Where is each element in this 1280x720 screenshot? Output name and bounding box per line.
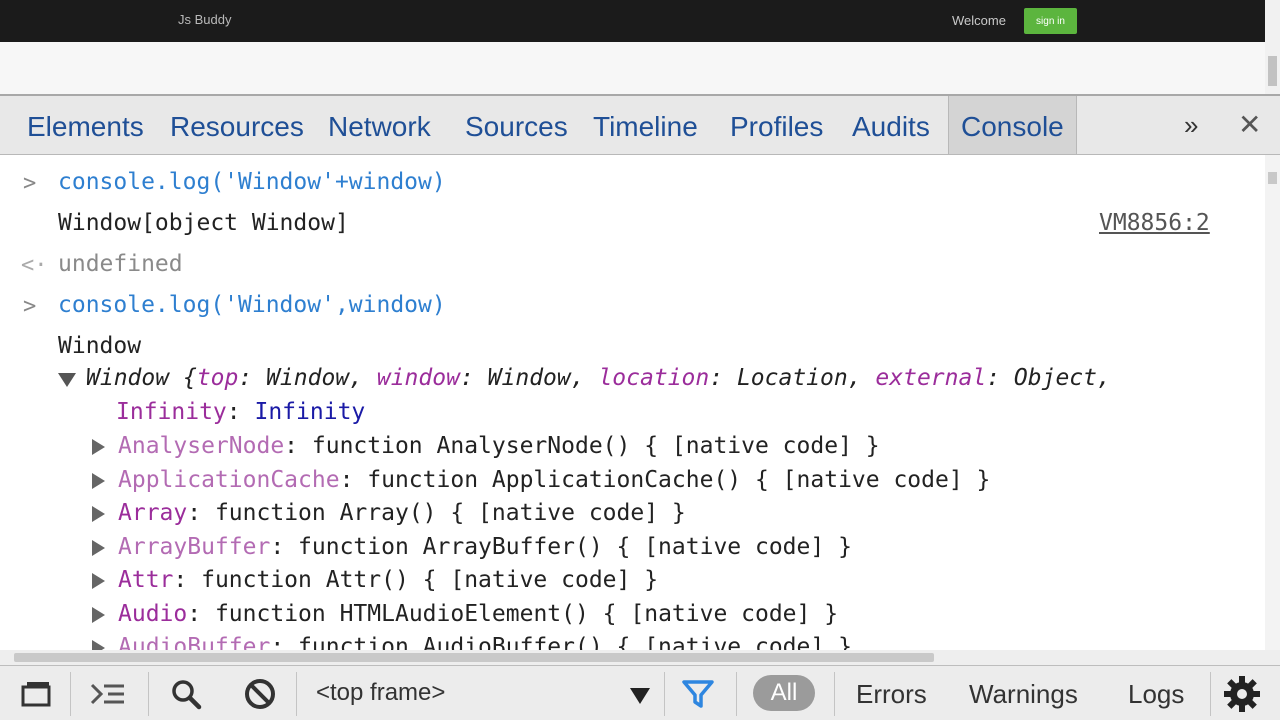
source-link[interactable]: VM8856:2 [1099, 210, 1210, 236]
page-scrollbar-thumb[interactable] [1268, 56, 1277, 86]
console-scrollbar-thumb[interactable] [1268, 172, 1277, 184]
tab-audits[interactable]: Audits [852, 96, 930, 154]
object-property[interactable]: Array: function Array() { [native code] … [118, 500, 686, 526]
show-drawer-icon[interactable] [86, 674, 130, 714]
frame-selector[interactable]: <top frame> [316, 679, 445, 707]
object-property[interactable]: ArrayBuffer: function ArrayBuffer() { [n… [118, 534, 852, 560]
prompt-chevron-icon: > [23, 171, 37, 196]
clear-console-icon-svg [245, 679, 275, 709]
dock-icon-svg [21, 682, 51, 707]
object-property: Infinity: Infinity [116, 399, 366, 425]
return-arrow-icon: <· [21, 253, 48, 278]
tab-elements[interactable]: Elements [27, 96, 144, 154]
object-summary[interactable]: Window {top: Window, window: Window, loc… [86, 365, 1111, 391]
filter-errors[interactable]: Errors [856, 679, 927, 710]
tab-profiles[interactable]: Profiles [730, 96, 823, 154]
search-icon-svg [172, 680, 202, 710]
page-content-strip [0, 42, 1265, 94]
console-command: console.log('Window',window) [58, 292, 446, 318]
expand-triangle-icon[interactable] [92, 540, 105, 556]
filter-icon-svg [682, 680, 714, 708]
console-output: Window [58, 333, 142, 359]
toolbar-divider [664, 672, 665, 716]
expand-triangle-icon[interactable] [92, 473, 105, 489]
sign-in-button[interactable]: sign in [1024, 8, 1077, 34]
dock-icon[interactable] [16, 674, 56, 714]
toolbar-divider [148, 672, 149, 716]
toolbar-divider [736, 672, 737, 716]
clear-console-icon[interactable] [240, 674, 280, 714]
console-command: console.log('Window'+window) [58, 169, 446, 195]
toolbar-divider [1210, 672, 1211, 716]
show-drawer-icon-svg [90, 683, 124, 705]
expand-triangle-icon[interactable] [92, 607, 105, 623]
tab-resources[interactable]: Resources [170, 96, 304, 154]
expand-triangle-icon[interactable] [92, 573, 105, 589]
horizontal-scrollbar-thumb[interactable] [14, 653, 934, 662]
gear-icon[interactable] [1222, 674, 1262, 714]
toolbar-divider [296, 672, 297, 716]
object-property[interactable]: AudioBuffer: function AudioBuffer() { [n… [118, 634, 852, 650]
collapse-triangle-icon[interactable] [58, 373, 76, 387]
site-header: Js Buddy Welcome sign in [0, 0, 1265, 42]
toolbar-divider [70, 672, 71, 716]
close-icon[interactable]: ✕ [1238, 108, 1261, 141]
more-tabs-icon[interactable]: » [1184, 110, 1198, 141]
filter-icon[interactable] [678, 674, 718, 714]
filter-warnings[interactable]: Warnings [969, 679, 1078, 710]
tab-sources[interactable]: Sources [465, 96, 568, 154]
console-scrollbar[interactable] [1265, 155, 1280, 650]
console-panel[interactable]: > console.log('Window'+window) Window[ob… [0, 155, 1265, 650]
search-icon[interactable] [166, 674, 206, 714]
console-output: Window[object Window] [58, 210, 349, 236]
devtools-tab-bar: Elements Resources Network Sources Timel… [0, 94, 1280, 155]
expand-triangle-icon[interactable] [92, 640, 105, 650]
welcome-text: Welcome [952, 13, 1006, 28]
filter-all-button[interactable]: All [753, 675, 815, 711]
site-brand[interactable]: Js Buddy [178, 12, 231, 27]
console-return-value: undefined [58, 251, 183, 277]
gear-icon-svg [1224, 676, 1260, 712]
object-property[interactable]: ApplicationCache: function ApplicationCa… [118, 467, 990, 493]
object-property[interactable]: Attr: function Attr() { [native code] } [118, 567, 658, 593]
expand-triangle-icon[interactable] [92, 439, 105, 455]
toolbar-divider [834, 672, 835, 716]
object-property[interactable]: AnalyserNode: function AnalyserNode() { … [118, 433, 880, 459]
prompt-chevron-icon: > [23, 294, 37, 319]
filter-logs[interactable]: Logs [1128, 679, 1184, 710]
tab-timeline[interactable]: Timeline [593, 96, 698, 154]
tab-network[interactable]: Network [328, 96, 431, 154]
tab-console[interactable]: Console [948, 96, 1077, 154]
expand-triangle-icon[interactable] [92, 506, 105, 522]
chevron-down-icon[interactable] [630, 688, 650, 704]
object-property[interactable]: Audio: function HTMLAudioElement() { [na… [118, 601, 838, 627]
devtools-bottom-toolbar: <top frame> All Errors Warnings Logs [0, 665, 1280, 720]
